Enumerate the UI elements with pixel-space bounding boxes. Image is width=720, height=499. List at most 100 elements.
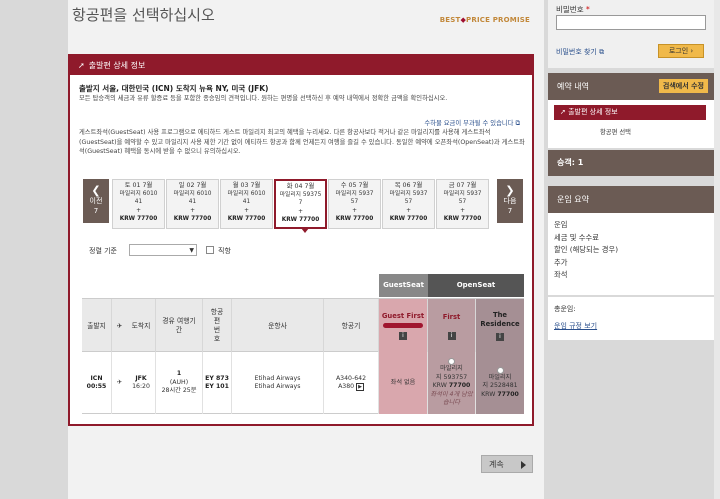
date-miles: 마일리지 6010 (227, 191, 266, 198)
cell-residence[interactable]: 마일리지 지 2528481 KRW 77700 (476, 352, 524, 414)
flight-table-header: 출발지 ✈ 도착지 경유 여행기간 항공 편 번 호 운항사 항공기 Guest… (82, 298, 524, 353)
date-krw: KRW 77700 (389, 215, 428, 222)
date-plus: + (406, 207, 411, 214)
first-seats-left: 좌석이 4개 남았습니다 (430, 390, 473, 407)
login-button[interactable]: 로그인 › (658, 44, 704, 58)
res-krw-wrap: KRW 77700 (481, 391, 519, 400)
stops: 1 (176, 370, 182, 378)
date-miles-suffix: 7 (298, 200, 303, 207)
plane-icon: ✈ (116, 321, 123, 330)
date-label: 금 07 7월 (448, 182, 477, 189)
date-tab[interactable]: 월 03 7월 마일리지 6010 41 + KRW 77700 (220, 179, 273, 229)
itinerary-header: 예약 내역 검색에서 수정 (548, 73, 714, 100)
date-label: 화 04 7월 (286, 183, 315, 190)
active-step-label: 출발편 상세 정보 (568, 108, 618, 116)
flight-row: ICN 00:55 ✈ JFK 16:20 1 (AUH) 28시간 25분 EY 87… (82, 352, 524, 414)
date-miles-suffix: 41 (242, 199, 251, 206)
col-aircraft: 항공기 (324, 299, 379, 353)
fare-item: 추가 (554, 257, 568, 267)
chevron-down-icon: ▼ (189, 247, 194, 254)
itinerary-active-step[interactable]: ➚ 출발편 상세 정보 (554, 105, 706, 120)
date-krw: KRW 77700 (119, 215, 158, 222)
date-miles-suffix: 41 (134, 199, 143, 206)
residence-radio[interactable] (496, 366, 504, 374)
cell-first[interactable]: 마일리지 지 593757 KRW 77700 좌석이 4개 남았습니다 (428, 352, 476, 414)
col-residence: The Residence i (476, 299, 524, 353)
aircraft-1: A340-642 (335, 374, 367, 382)
next-count: 7 (507, 207, 513, 215)
dep-code: ICN (90, 374, 103, 382)
res-miles: 지 2528481 (482, 382, 518, 390)
login-box: 비밀번호 * 비밀번호 찾기 ⧉ 로그인 › (548, 0, 714, 68)
sort-select[interactable]: ▼ (129, 244, 197, 256)
find-password-label[interactable]: 비밀번호 찾기 (556, 48, 597, 56)
date-krw: KRW 77700 (227, 215, 266, 222)
date-tab[interactable]: 일 02 7월 마일리지 6010 41 + KRW 77700 (166, 179, 219, 229)
date-tab[interactable]: 목 06 7월 마일리지 5937 57 + KRW 77700 (382, 179, 435, 229)
date-plus: + (190, 207, 195, 214)
col-airline: 운항사 (232, 299, 324, 353)
guest-first-pill (383, 323, 423, 328)
sort-label: 정렬 기준 (89, 247, 117, 255)
direct-checkbox[interactable] (206, 246, 214, 254)
fare-item: 세금 및 수수료 (554, 232, 599, 242)
date-plus: + (352, 207, 357, 214)
flight-no-1: EY 873 (205, 374, 229, 382)
fare-item: 운임 (554, 220, 568, 229)
next-week-button[interactable]: ❯ 다음 7 (497, 179, 523, 223)
arrow-icon: ➚ (78, 61, 85, 70)
continue-button[interactable]: 계속 (481, 455, 533, 473)
cell-airline: Etihad Airways Etihad Airways (232, 352, 324, 414)
fare-summary-header: 운임 요약 (548, 186, 714, 213)
date-label: 수 05 7월 (340, 182, 369, 189)
main-content: 항공편을 선택하십시오 BEST◆PRICE PROMISE ➚ 출발편 상세 정… (68, 0, 544, 499)
fare-rules-link[interactable]: 운임 규정 보기 (554, 321, 597, 331)
best-price-promise-logo: BEST◆PRICE PROMISE (440, 16, 530, 24)
date-krw: KRW 77700 (443, 215, 482, 222)
dep-time: 00:55 (86, 383, 107, 390)
external-link-icon: ⧉ (599, 48, 605, 56)
page-scrollbar[interactable] (714, 0, 720, 499)
plane-icon: ✈ (116, 378, 123, 386)
date-tab[interactable]: 토 01 7월 마일리지 6010 41 + KRW 77700 (112, 179, 165, 229)
prev-week-button[interactable]: ❮ 이전 7 (83, 179, 109, 223)
selected-date-indicator (301, 228, 309, 233)
date-label: 토 01 7월 (124, 182, 153, 189)
panel-header-label: 출발편 상세 정보 (88, 61, 146, 70)
flight-no-2: EY 101 (205, 383, 229, 390)
find-password-link[interactable]: 비밀번호 찾기 ⧉ (556, 47, 604, 57)
date-krw: KRW 77700 (281, 216, 320, 223)
col-first: First i (428, 299, 476, 353)
date-label: 일 02 7월 (178, 182, 207, 189)
continue-label: 계속 (489, 460, 504, 469)
fare-rules-box: 총운임: 운임 규정 보기 (548, 297, 714, 340)
password-input[interactable] (556, 15, 706, 30)
external-link-icon: ⧉ (515, 120, 521, 127)
baggage-fee-link[interactable]: 수하물 요금이 부과될 수 있습니다 ⧉ (424, 118, 520, 128)
play-icon[interactable]: ▶ (356, 383, 364, 391)
info-icon[interactable]: i (447, 331, 456, 340)
date-label: 목 06 7월 (394, 182, 423, 189)
date-tab-selected[interactable]: 화 04 7월 마일리지 59375 7 + KRW 77700 (274, 179, 327, 229)
col-depart: 출발지 (82, 299, 112, 353)
password-label-text: 비밀번호 (556, 5, 584, 14)
info-icon[interactable]: i (399, 332, 407, 340)
col-flight-no: 항공 편 번 호 (203, 299, 232, 353)
duration: 28시간 25분 (161, 387, 197, 395)
stop-city: (AUH) (169, 378, 189, 386)
baggage-fee-label[interactable]: 수하물 요금이 부과될 수 있습니다 (424, 120, 513, 127)
first-miles-label: 마일리지 (440, 365, 463, 373)
page-title: 항공편을 선택하십시오 (72, 6, 215, 24)
date-tab[interactable]: 수 05 7월 마일리지 5937 57 + KRW 77700 (328, 179, 381, 229)
aircraft-2: A380 (338, 383, 355, 390)
info-icon[interactable]: i (496, 333, 504, 341)
next-label: 다음 (503, 197, 517, 205)
outbound-panel: ➚ 출발편 상세 정보 출발지 서울, 대한민국 (ICN) 도착지 뉴욕 NY,… (68, 54, 534, 426)
date-tab[interactable]: 금 07 7월 마일리지 5937 57 + KRW 77700 (436, 179, 489, 229)
required-mark: * (586, 5, 590, 14)
itinerary-title: 예약 내역 (557, 82, 589, 91)
passenger-count: 승객: 1 (548, 150, 714, 176)
arrow-icon: ➚ (560, 108, 566, 116)
chevron-left-icon: ❮ (91, 184, 101, 197)
edit-search-button[interactable]: 검색에서 수정 (658, 79, 708, 93)
